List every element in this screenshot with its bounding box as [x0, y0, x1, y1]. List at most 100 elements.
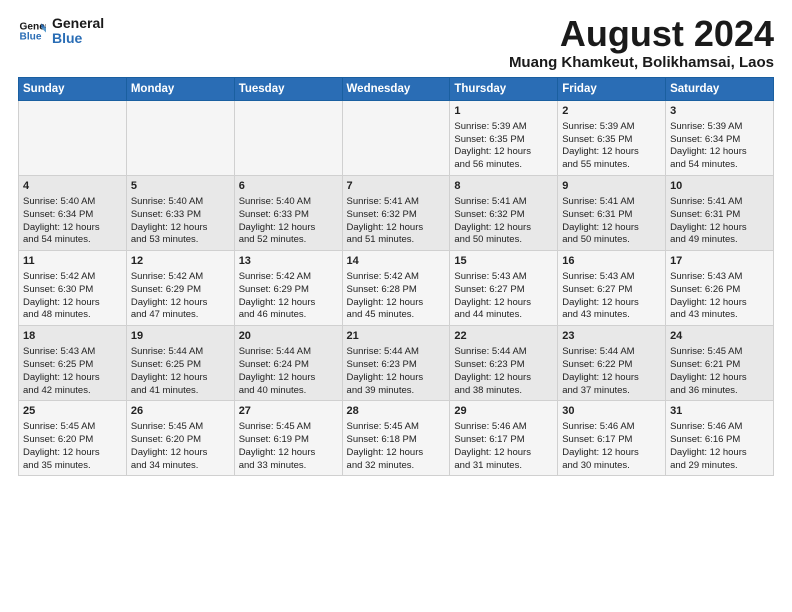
day-info: Sunrise: 5:43 AM: [562, 271, 661, 284]
logo-icon: General Blue: [18, 17, 46, 45]
day-number: 3: [670, 104, 769, 119]
day-info: Sunset: 6:17 PM: [454, 434, 553, 447]
day-info: Daylight: 12 hours: [239, 222, 338, 235]
day-info: Sunrise: 5:42 AM: [347, 271, 446, 284]
day-cell: 9Sunrise: 5:41 AMSunset: 6:31 PMDaylight…: [558, 176, 666, 251]
day-info: and 47 minutes.: [131, 309, 230, 322]
week-row-1: 1Sunrise: 5:39 AMSunset: 6:35 PMDaylight…: [19, 101, 774, 176]
day-cell: 19Sunrise: 5:44 AMSunset: 6:25 PMDayligh…: [126, 326, 234, 401]
day-info: Sunrise: 5:41 AM: [670, 196, 769, 209]
day-number: 14: [347, 254, 446, 269]
day-cell: 25Sunrise: 5:45 AMSunset: 6:20 PMDayligh…: [19, 401, 127, 476]
day-cell: 6Sunrise: 5:40 AMSunset: 6:33 PMDaylight…: [234, 176, 342, 251]
day-info: Sunrise: 5:44 AM: [562, 346, 661, 359]
day-info: and 42 minutes.: [23, 385, 122, 398]
day-cell: 15Sunrise: 5:43 AMSunset: 6:27 PMDayligh…: [450, 251, 558, 326]
day-info: and 40 minutes.: [239, 385, 338, 398]
day-info: Sunset: 6:31 PM: [670, 209, 769, 222]
day-number: 7: [347, 179, 446, 194]
title-block: August 2024 Muang Khamkeut, Bolikhamsai,…: [509, 16, 774, 71]
day-info: and 41 minutes.: [131, 385, 230, 398]
col-header-monday: Monday: [126, 78, 234, 101]
day-number: 2: [562, 104, 661, 119]
day-info: Sunrise: 5:42 AM: [23, 271, 122, 284]
day-number: 20: [239, 329, 338, 344]
day-info: and 46 minutes.: [239, 309, 338, 322]
day-cell: 4Sunrise: 5:40 AMSunset: 6:34 PMDaylight…: [19, 176, 127, 251]
day-info: Sunrise: 5:39 AM: [562, 121, 661, 134]
day-info: Sunset: 6:35 PM: [562, 134, 661, 147]
day-cell: 24Sunrise: 5:45 AMSunset: 6:21 PMDayligh…: [666, 326, 774, 401]
day-info: and 34 minutes.: [131, 460, 230, 473]
day-info: Daylight: 12 hours: [670, 297, 769, 310]
day-number: 27: [239, 404, 338, 419]
day-number: 30: [562, 404, 661, 419]
day-info: Sunrise: 5:40 AM: [131, 196, 230, 209]
day-info: Sunrise: 5:45 AM: [131, 421, 230, 434]
day-info: Sunset: 6:29 PM: [239, 284, 338, 297]
day-info: Sunrise: 5:44 AM: [131, 346, 230, 359]
day-number: 19: [131, 329, 230, 344]
day-info: Sunrise: 5:41 AM: [454, 196, 553, 209]
day-info: Sunrise: 5:40 AM: [23, 196, 122, 209]
day-number: 18: [23, 329, 122, 344]
day-info: Sunrise: 5:43 AM: [454, 271, 553, 284]
day-info: Sunset: 6:21 PM: [670, 359, 769, 372]
day-info: and 43 minutes.: [670, 309, 769, 322]
day-info: Sunset: 6:27 PM: [454, 284, 553, 297]
day-info: and 44 minutes.: [454, 309, 553, 322]
day-info: Sunrise: 5:45 AM: [239, 421, 338, 434]
day-info: Sunrise: 5:42 AM: [239, 271, 338, 284]
day-info: and 39 minutes.: [347, 385, 446, 398]
day-number: 12: [131, 254, 230, 269]
day-info: Sunrise: 5:46 AM: [562, 421, 661, 434]
day-info: Sunset: 6:34 PM: [23, 209, 122, 222]
day-number: 10: [670, 179, 769, 194]
col-header-saturday: Saturday: [666, 78, 774, 101]
day-info: Daylight: 12 hours: [562, 447, 661, 460]
day-info: Daylight: 12 hours: [670, 222, 769, 235]
day-info: Sunset: 6:20 PM: [23, 434, 122, 447]
day-info: Sunset: 6:18 PM: [347, 434, 446, 447]
day-info: Sunrise: 5:39 AM: [454, 121, 553, 134]
day-info: Sunrise: 5:44 AM: [454, 346, 553, 359]
day-number: 17: [670, 254, 769, 269]
day-info: Sunset: 6:34 PM: [670, 134, 769, 147]
col-header-thursday: Thursday: [450, 78, 558, 101]
day-cell: 5Sunrise: 5:40 AMSunset: 6:33 PMDaylight…: [126, 176, 234, 251]
day-info: Sunrise: 5:39 AM: [670, 121, 769, 134]
day-cell: [19, 101, 127, 176]
day-info: Daylight: 12 hours: [239, 447, 338, 460]
day-number: 29: [454, 404, 553, 419]
subtitle: Muang Khamkeut, Bolikhamsai, Laos: [509, 54, 774, 71]
day-number: 22: [454, 329, 553, 344]
day-info: and 35 minutes.: [23, 460, 122, 473]
day-info: Sunset: 6:35 PM: [454, 134, 553, 147]
week-row-2: 4Sunrise: 5:40 AMSunset: 6:34 PMDaylight…: [19, 176, 774, 251]
day-info: Sunset: 6:31 PM: [562, 209, 661, 222]
day-info: Daylight: 12 hours: [562, 297, 661, 310]
day-info: Sunset: 6:32 PM: [454, 209, 553, 222]
day-info: Sunset: 6:25 PM: [23, 359, 122, 372]
day-info: Daylight: 12 hours: [239, 372, 338, 385]
day-cell: 1Sunrise: 5:39 AMSunset: 6:35 PMDaylight…: [450, 101, 558, 176]
day-number: 5: [131, 179, 230, 194]
day-info: Daylight: 12 hours: [131, 297, 230, 310]
day-info: Daylight: 12 hours: [562, 146, 661, 159]
day-number: 28: [347, 404, 446, 419]
week-row-5: 25Sunrise: 5:45 AMSunset: 6:20 PMDayligh…: [19, 401, 774, 476]
day-info: Daylight: 12 hours: [131, 372, 230, 385]
day-info: Daylight: 12 hours: [131, 447, 230, 460]
day-info: and 29 minutes.: [670, 460, 769, 473]
week-row-4: 18Sunrise: 5:43 AMSunset: 6:25 PMDayligh…: [19, 326, 774, 401]
day-info: Daylight: 12 hours: [131, 222, 230, 235]
day-info: Sunset: 6:27 PM: [562, 284, 661, 297]
day-info: Daylight: 12 hours: [23, 372, 122, 385]
day-cell: 17Sunrise: 5:43 AMSunset: 6:26 PMDayligh…: [666, 251, 774, 326]
day-info: and 43 minutes.: [562, 309, 661, 322]
day-info: and 50 minutes.: [562, 234, 661, 247]
day-info: and 56 minutes.: [454, 159, 553, 172]
day-info: Daylight: 12 hours: [347, 297, 446, 310]
day-info: Sunrise: 5:41 AM: [347, 196, 446, 209]
day-cell: 20Sunrise: 5:44 AMSunset: 6:24 PMDayligh…: [234, 326, 342, 401]
